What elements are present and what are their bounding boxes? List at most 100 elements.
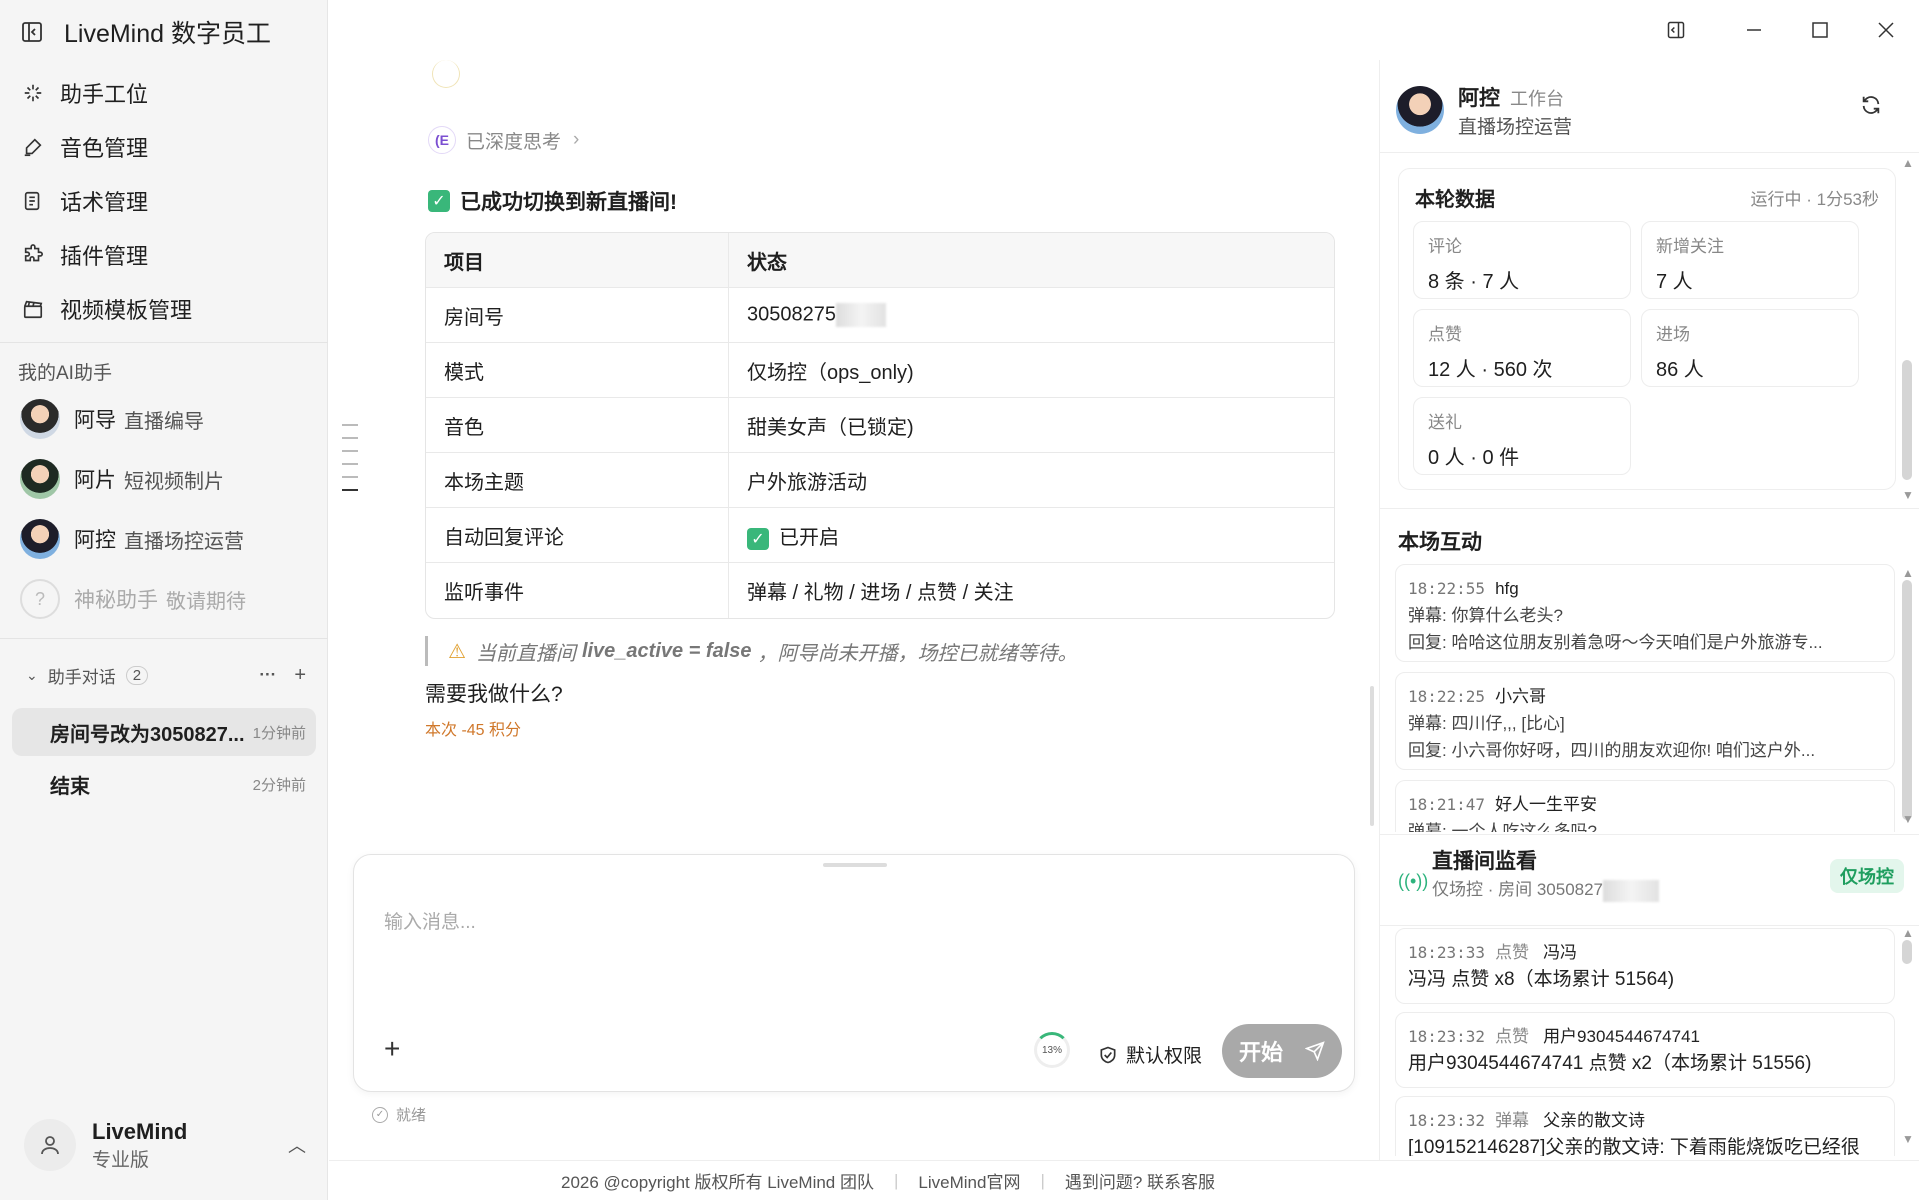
stat-comments: 评论 8 条 · 7 人 (1413, 221, 1631, 299)
assistant-question: 需要我做什么? (425, 683, 563, 706)
footer-copyright: 2026 @copyright 版权所有 LiveMind 团队 (561, 1173, 874, 1192)
assistant-item-akong[interactable]: 阿控 直播场控运营 (20, 516, 244, 562)
nav-item-plugins[interactable]: 插件管理 (20, 228, 320, 282)
more-icon[interactable]: ··· (259, 665, 276, 685)
app-header: LiveMind 数字员工 (20, 14, 271, 50)
stat-new-follows: 新增关注 7 人 (1641, 221, 1859, 299)
stat-label: 点赞 (1428, 325, 1462, 344)
room-number: 30508275 (747, 303, 836, 326)
thinking-toggle[interactable]: (E 已深度思考 › (428, 124, 579, 156)
event-item[interactable]: 18:23:33 点赞 冯冯 冯冯 点赞 x8（本场累计 51564) (1395, 928, 1895, 1004)
interaction-item[interactable]: 18:21:47 好人一生平安 弹幕: 一个人吃这么多吗? (1395, 780, 1895, 832)
add-conversation-button[interactable]: + (294, 664, 306, 687)
stat-likes: 点赞 12 人 · 560 次 (1413, 309, 1631, 387)
monitor-title: 直播间监看 (1432, 850, 1537, 873)
refresh-icon[interactable] (1860, 94, 1882, 123)
events-scrollbar[interactable] (1902, 940, 1912, 964)
minimize-icon[interactable] (1738, 14, 1770, 46)
scroll-up-arrow[interactable]: ▲ (1902, 926, 1914, 940)
question-icon: ? (20, 579, 60, 619)
app-title: LiveMind 数字员工 (64, 20, 271, 48)
stat-gifts: 送礼 0 人 · 0 件 (1413, 397, 1631, 475)
scroll-up-arrow[interactable]: ▲ (1902, 156, 1914, 170)
stat-value: 8 条 · 7 人 (1428, 271, 1520, 293)
event-item[interactable]: 18:23:32 点赞 用户9304544674741 用户930454467474… (1395, 1012, 1895, 1088)
outline-markers[interactable] (342, 424, 358, 502)
event-type: 点赞 (1495, 943, 1530, 962)
message-input[interactable]: 输入消息... (384, 907, 476, 934)
interaction-item[interactable]: 18:22:55 hfg 弹幕: 你算什么老头? 回复: 哈哈这位朋友别着急呀～今… (1395, 564, 1895, 662)
scroll-down-arrow[interactable]: ▼ (1902, 488, 1914, 502)
nav-label: 话术管理 (60, 190, 149, 215)
event-item[interactable]: 18:23:32 弹幕 父亲的散文诗 [109152146287]父亲的散文诗: 下… (1395, 1096, 1895, 1156)
event-time: 18:23:32 (1408, 1111, 1486, 1130)
table-row: 监听事件 弹幕 / 礼物 / 进场 / 点赞 / 关注 (426, 563, 1334, 618)
event-user: 父亲的散文诗 (1543, 1111, 1646, 1130)
stats-scrollbar[interactable] (1902, 360, 1912, 480)
warning-quote: ⚠ 当前直播间 live_active = false ，阿导尚未开播，场控已就… (425, 636, 1078, 666)
table-cell-value: ✓ 已开启 (729, 508, 1334, 563)
nav-item-video-templates[interactable]: 视频模板管理 (20, 282, 320, 336)
user-profile[interactable]: LiveMind 专业版 ︿ (24, 1112, 314, 1178)
table-cell-key: 房间号 (426, 288, 729, 343)
scroll-down-arrow[interactable]: ▼ (1902, 812, 1914, 826)
nav-item-voice[interactable]: 音色管理 (20, 120, 320, 174)
avatar (20, 459, 60, 499)
event-time: 18:23:33 (1408, 943, 1486, 962)
scroll-down-arrow[interactable]: ▼ (1902, 1132, 1914, 1146)
chat-scrollbar[interactable] (1370, 86, 1374, 826)
attach-button[interactable]: + (384, 1033, 400, 1065)
collapse-sidebar-icon[interactable] (20, 20, 44, 44)
chevron-down-icon[interactable]: ⌄ (26, 667, 38, 684)
toggle-panel-icon[interactable] (1660, 14, 1692, 46)
conversation-item[interactable]: 房间号改为3050827... 1分钟前 (12, 708, 316, 756)
brush-icon (20, 134, 46, 160)
auto-reply-status: 已开启 (779, 526, 839, 549)
chevron-up-icon[interactable]: ︿ (288, 1132, 306, 1158)
event-type: 弹幕 (1495, 1111, 1530, 1130)
permission-button[interactable]: 默认权限 (1098, 1041, 1202, 1068)
table-cell-key: 音色 (426, 398, 729, 453)
warning-post: ，阿导尚未开播，场控已就绪等待。 (757, 642, 1078, 665)
conversation-title: 结束 (50, 775, 90, 798)
close-icon[interactable] (1870, 14, 1902, 46)
monitor-subtitle: 仅场控 · 房间 3050827 (1432, 875, 1660, 902)
conversation-item[interactable]: 结束 2分钟前 (12, 760, 316, 808)
resize-handle[interactable] (823, 863, 887, 867)
event-time: 18:22:25 (1408, 687, 1486, 706)
event-danmu: 弹幕: 一个人吃这么多吗? (1408, 822, 1597, 832)
conversation-title: 房间号改为3050827... (50, 723, 245, 746)
assistant-role: 直播场控运营 (124, 530, 244, 553)
interaction-item[interactable]: 18:22:25 小六哥 弹幕: 四川仔,,, [比心] 回复: 小六哥你好呀，四… (1395, 672, 1895, 770)
table-cell-key: 本场主题 (426, 453, 729, 508)
table-row: 音色 甜美女声（已锁定) (426, 398, 1334, 453)
nav-item-assistant-station[interactable]: 助手工位 (20, 66, 320, 120)
scroll-up-arrow[interactable]: ▲ (1902, 566, 1914, 580)
nav-item-scripts[interactable]: 话术管理 (20, 174, 320, 228)
footer-site-link[interactable]: LiveMind官网 (918, 1168, 1020, 1193)
table-cell-value: 甜美女声（已锁定) (729, 398, 1334, 453)
stat-label: 新增关注 (1656, 237, 1724, 256)
warning-icon: ⚠ (448, 640, 466, 663)
redaction-blur (835, 303, 886, 327)
event-text: [109152146287]父亲的散文诗: 下着雨能烧饭吃已经很 (1408, 1137, 1860, 1156)
check-icon: ✓ (747, 527, 769, 550)
script-icon (20, 188, 46, 214)
maximize-icon[interactable] (1804, 14, 1836, 46)
divider (1380, 152, 1919, 153)
monitor-room: 仅场控 · 房间 3050827 (1432, 880, 1604, 899)
stats-title: 本轮数据 (1415, 189, 1495, 211)
table-cell-value: 弹幕 / 礼物 / 进场 / 点赞 / 关注 (747, 582, 1014, 604)
stat-label: 进场 (1656, 325, 1690, 344)
interaction-scrollbar[interactable] (1902, 580, 1912, 820)
conversation-time: 2分钟前 (252, 776, 306, 794)
event-reply: 回复: 哈哈这位朋友别着急呀～今天咱们是户外旅游专... (1408, 633, 1823, 652)
divider (0, 638, 328, 639)
assistant-item-apian[interactable]: 阿片 短视频制片 (20, 456, 224, 502)
mode-badge: 仅场控 (1830, 859, 1904, 893)
start-button[interactable]: 开始 (1222, 1024, 1342, 1078)
assistant-item-adao[interactable]: 阿导 直播编导 (20, 396, 204, 442)
panel-subtitle: 工作台 (1510, 88, 1564, 109)
event-time: 18:22:55 (1408, 579, 1486, 598)
footer-help-link[interactable]: 遇到问题? 联系客服 (1065, 1168, 1215, 1193)
